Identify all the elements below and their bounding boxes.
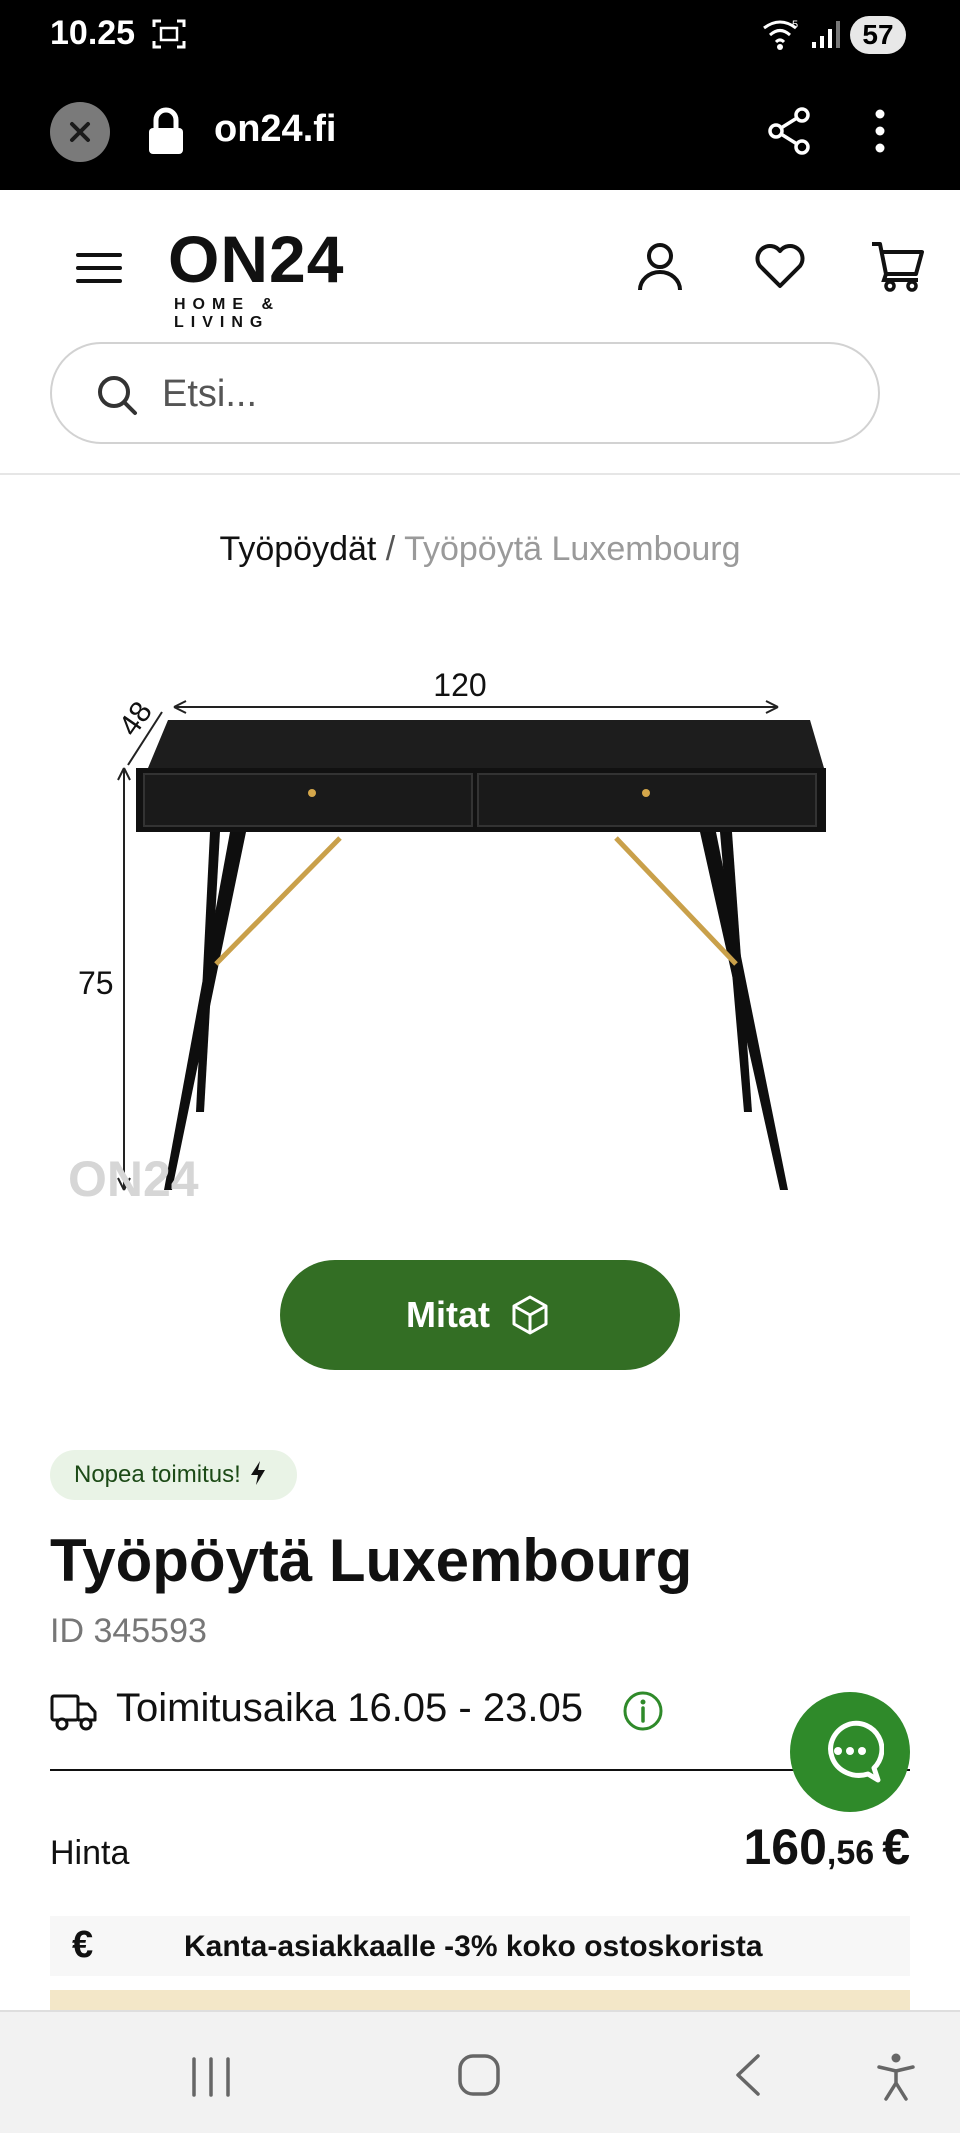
site-header: ON24 HOME & LIVING: [0, 190, 960, 475]
status-time: 10.25: [50, 14, 136, 52]
cube-icon: [512, 1295, 548, 1335]
dimensions-button[interactable]: Mitat: [280, 1260, 680, 1370]
lock-icon: [149, 107, 183, 154]
product-price: 160,56 €: [743, 1818, 910, 1876]
hamburger-menu-icon[interactable]: [76, 250, 122, 286]
loyalty-discount-bar: € Kanta-asiakkaalle -3% koko ostoskorist…: [50, 1916, 910, 1976]
screenshot-icon: [152, 19, 186, 49]
breadcrumb: Työpöydät / Työpöytä Luxembourg: [0, 530, 960, 569]
delivery-time-text: Toimitusaika 16.05 - 23.05: [116, 1686, 583, 1730]
search-bar[interactable]: [50, 342, 880, 444]
breadcrumb-separator: /: [385, 530, 396, 568]
chat-bubble-icon: [828, 1720, 884, 1783]
status-bar: 10.25 5 57: [0, 0, 960, 70]
info-icon[interactable]: [622, 1690, 664, 1732]
browser-toolbar: on24.fi: [0, 70, 960, 190]
price-integer: 160: [743, 1819, 827, 1875]
close-tab-button[interactable]: [50, 102, 110, 162]
svg-text:5: 5: [792, 19, 798, 31]
product-id: ID 345593: [50, 1612, 207, 1650]
wifi-icon: 5: [763, 19, 798, 50]
search-icon: [98, 376, 137, 415]
share-icon[interactable]: [766, 106, 814, 156]
url-text[interactable]: on24.fi: [214, 108, 336, 151]
breadcrumb-current: Työpöytä Luxembourg: [404, 530, 741, 568]
euro-icon: €: [72, 1924, 94, 1966]
price-cents: ,56: [826, 1834, 875, 1872]
recent-apps-icon[interactable]: [186, 2056, 236, 2098]
battery-indicator: 57: [850, 16, 906, 54]
more-options-icon[interactable]: [862, 106, 898, 156]
price-label: Hinta: [50, 1834, 130, 1872]
system-navigation-bar: [0, 2010, 960, 2133]
depth-dimension-label: 48: [113, 696, 159, 742]
image-watermark: ON24: [68, 1151, 199, 1207]
close-icon: [70, 122, 90, 142]
dimensions-button-label: Mitat: [406, 1294, 490, 1335]
site-logo[interactable]: ON24 HOME & LIVING: [168, 222, 378, 331]
account-icon[interactable]: [636, 240, 684, 292]
signal-icon: [812, 21, 840, 48]
home-icon[interactable]: [456, 2052, 502, 2098]
chat-button[interactable]: [790, 1692, 910, 1812]
section-divider: [50, 1769, 910, 1771]
fast-delivery-badge-text: Nopea toimitus!: [74, 1461, 241, 1488]
logo-sub-text: HOME & LIVING: [174, 296, 280, 331]
price-currency: €: [882, 1819, 910, 1875]
accessibility-icon[interactable]: [876, 2052, 916, 2102]
logo-main-text: ON24: [168, 222, 345, 296]
delivery-truck-icon: [50, 1694, 97, 1731]
fast-delivery-badge: Nopea toimitus!: [50, 1450, 297, 1500]
shopping-cart-icon[interactable]: [870, 240, 924, 292]
wishlist-heart-icon[interactable]: [754, 242, 806, 290]
loyalty-discount-text: Kanta-asiakkaalle -3% koko ostoskorista: [184, 1930, 763, 1963]
lightning-bolt-icon: [250, 1461, 265, 1485]
width-dimension-label: 120: [433, 667, 486, 703]
back-icon[interactable]: [730, 2052, 766, 2098]
delivery-time-row: Toimitusaika 16.05 - 23.05: [50, 1686, 850, 1736]
promo-banner: [50, 1990, 910, 2010]
product-image[interactable]: 120 48 75 ON24: [60, 650, 840, 1230]
height-dimension-label: 75: [78, 965, 114, 1001]
search-input[interactable]: [162, 368, 842, 420]
breadcrumb-parent-link[interactable]: Työpöydät: [219, 530, 376, 568]
product-title: Työpöytä Luxembourg: [50, 1527, 693, 1594]
